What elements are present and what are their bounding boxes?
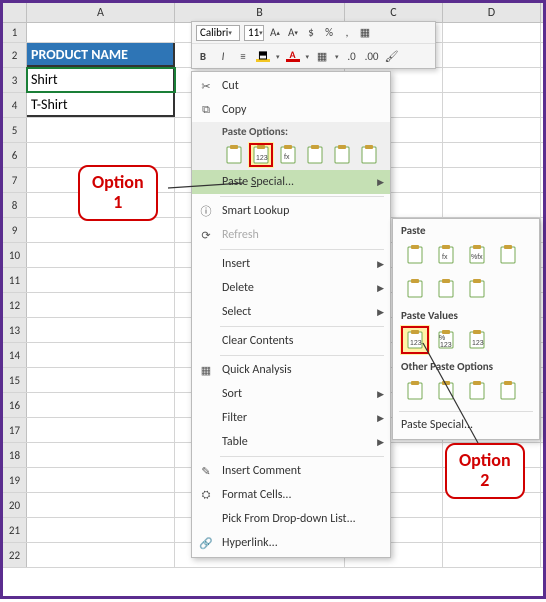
callout-option-1: Option1 [78,165,158,221]
leader-lines [3,3,546,602]
callout-option-2: Option2 [445,443,525,499]
